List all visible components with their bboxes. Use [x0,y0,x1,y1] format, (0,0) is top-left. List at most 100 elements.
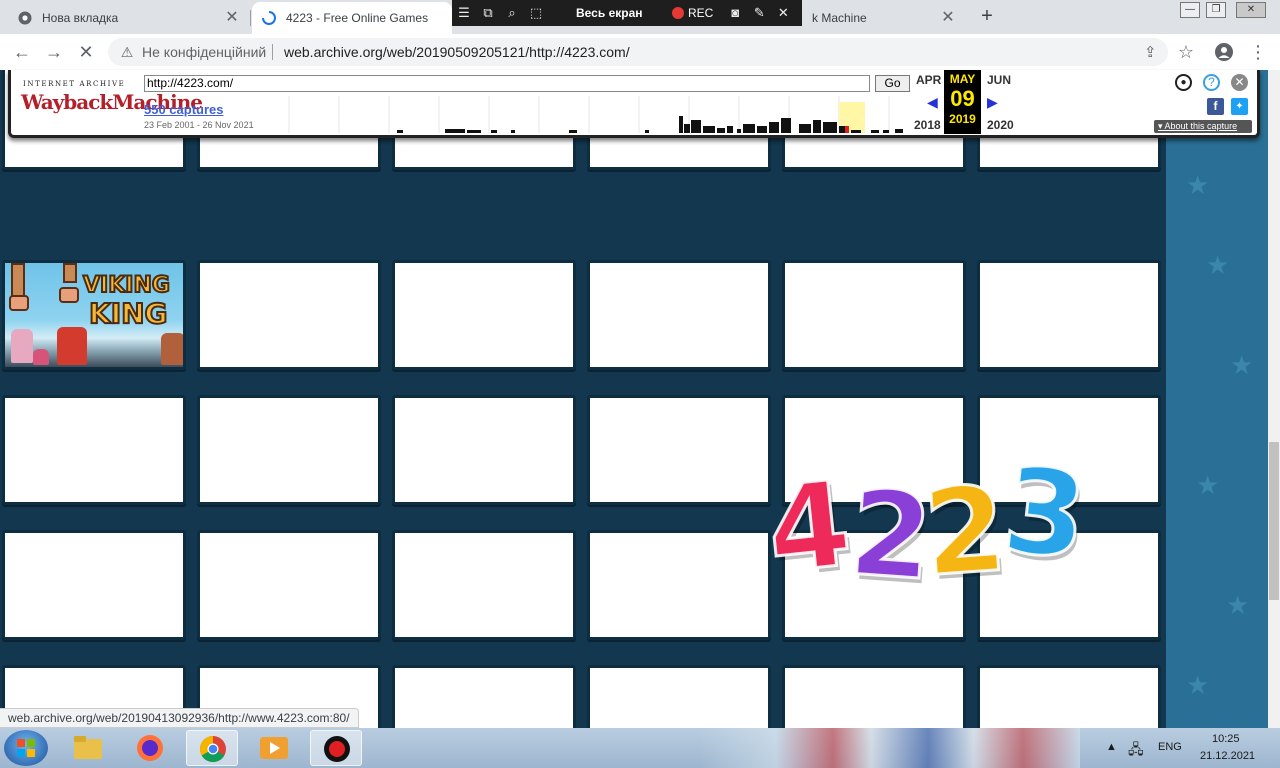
game-tile[interactable] [392,395,576,505]
wayback-url-input[interactable]: http://4223.com/ [144,75,870,92]
window-close-button[interactable]: ✕ [1236,2,1266,18]
game-tile[interactable] [587,530,771,640]
star-icon: ★ [1186,670,1210,700]
forward-button[interactable]: → [42,40,66,64]
viking-king-character [57,327,87,365]
tab-label: k Machine [812,11,867,25]
game-tile[interactable] [587,260,771,370]
show-hidden-icons-arrow[interactable]: ▲ [1106,741,1117,753]
close-banner-icon[interactable]: ✕ [1231,74,1248,91]
minimize-button[interactable]: — [1180,2,1200,18]
pig-character [11,329,33,363]
game-tile[interactable] [197,530,381,640]
warning-icon[interactable]: ⚠ [118,43,136,61]
game-tile[interactable] [392,665,576,728]
firefox-taskbar-icon[interactable] [124,730,176,766]
share-icon[interactable]: ⇪ [1144,43,1157,61]
bookmark-star-icon[interactable]: ☆ [1174,40,1198,64]
maximize-button[interactable]: ❐ [1206,2,1226,18]
game-tile[interactable] [977,260,1161,370]
current-month: MAY [949,72,976,86]
facebook-icon[interactable]: f [1207,98,1224,115]
chrome-icon [18,11,32,25]
menu-icon[interactable]: ☰ [452,0,476,26]
game-tile[interactable] [2,395,186,505]
page-content: ★ ★ ★ ★ ★ ★ VIKING KING [0,70,1268,728]
zoom-region-icon[interactable]: ⌕ [500,0,524,26]
window-mode-icon[interactable]: ⧉ [476,0,500,26]
chrome-taskbar-icon[interactable] [186,730,238,766]
record-icon[interactable] [672,7,684,19]
game-tile[interactable] [392,260,576,370]
loading-spinner-icon [262,11,276,25]
tab-wayback-machine[interactable]: k Machine ✕ [802,2,964,34]
scrollbar-thumb[interactable] [1269,442,1279,600]
profile-avatar-icon[interactable] [1212,40,1236,64]
logo-digit: 3 [996,439,1095,588]
game-tile[interactable] [587,395,771,505]
game-tile[interactable] [977,665,1161,728]
game-tile[interactable] [782,665,966,728]
address-bar[interactable]: ⚠ Не конфіденційний web.archive.org/web/… [108,38,1168,66]
prev-month-label[interactable]: APR [916,73,941,87]
close-tab-icon[interactable]: ✕ [940,10,956,26]
fullscreen-mode-label[interactable]: Весь екран [576,6,668,20]
game-tile[interactable] [2,530,186,640]
camera-icon[interactable]: ◙ [723,0,747,26]
game-tile[interactable] [782,260,966,370]
starry-side-panel: ★ ★ ★ ★ ★ ★ [1166,70,1268,728]
about-this-capture-link[interactable]: ▾ About this capture [1154,120,1252,133]
security-status[interactable]: Не конфіденційний [142,44,266,60]
tab-new-tab[interactable]: Нова вкладка ✕ [8,2,248,34]
back-button[interactable]: ← [10,40,34,64]
clock-time[interactable]: 10:25 [1212,733,1240,745]
game-tile[interactable] [392,530,576,640]
prev-capture-arrow-icon[interactable]: ◀ [927,94,938,111]
wayback-go-button[interactable]: Go [875,75,910,92]
browser-menu-icon[interactable]: ⋮ [1246,40,1270,64]
game-title-line1: VIKING [82,272,171,299]
tab-4223[interactable]: 4223 - Free Online Games [252,2,452,34]
star-icon: ★ [1230,350,1254,380]
next-capture-arrow-icon[interactable]: ▶ [987,94,998,111]
next-year-label[interactable]: 2020 [987,118,1014,132]
rec-label[interactable]: REC [688,6,713,20]
region-select-icon[interactable]: ⬚ [524,0,548,26]
captures-sparkline[interactable] [259,96,909,133]
start-button[interactable] [4,730,48,766]
clock-date[interactable]: 21.12.2021 [1200,750,1255,762]
link-status-bubble: web.archive.org/web/20190413092936/http:… [0,708,359,728]
new-tab-button[interactable]: + [976,6,998,28]
star-icon: ★ [1186,170,1210,200]
user-account-icon[interactable]: ● [1175,74,1192,91]
file-explorer-taskbar-icon[interactable] [62,730,114,766]
next-month-label[interactable]: JUN [987,73,1011,87]
game-tile[interactable] [587,665,771,728]
captures-link[interactable]: 550 captures [144,102,224,117]
vertical-scrollbar[interactable] [1268,70,1280,728]
twitter-icon[interactable]: ✦ [1231,98,1248,115]
about-label: About this capture [1164,121,1238,131]
game-tile-viking-king[interactable]: VIKING KING [2,260,186,370]
pencil-icon[interactable]: ✎ [747,0,771,26]
tab-separator [250,10,251,26]
site-logo-4223[interactable]: 4 2 2 3 [760,439,1108,609]
close-tab-icon[interactable]: ✕ [224,10,240,26]
game-tile[interactable] [197,260,381,370]
url-text[interactable]: web.archive.org/web/20190509205121/http:… [284,44,630,60]
game-title-line2: KING [88,296,169,331]
current-year: 2019 [949,112,976,126]
stop-loading-button[interactable]: ✕ [74,40,98,64]
browser-toolbar: ← → ✕ ⚠ Не конфіденційний web.archive.or… [0,34,1280,70]
screen-recorder-taskbar-icon[interactable] [310,730,362,766]
game-tile[interactable] [197,395,381,505]
network-icon[interactable]: 🖧 [1128,739,1144,763]
current-capture-date: MAY 09 2019 [944,70,981,134]
taskbar-wallpaper-decor [700,728,1080,768]
close-icon[interactable]: ✕ [771,0,795,26]
help-icon[interactable]: ? [1203,74,1220,91]
prev-year-label[interactable]: 2018 [914,118,941,132]
language-indicator[interactable]: ENG [1158,741,1182,753]
media-player-taskbar-icon[interactable] [248,730,300,766]
wayback-toolbar: INTERNET ARCHIVE WaybackMachine http://4… [8,70,1260,138]
